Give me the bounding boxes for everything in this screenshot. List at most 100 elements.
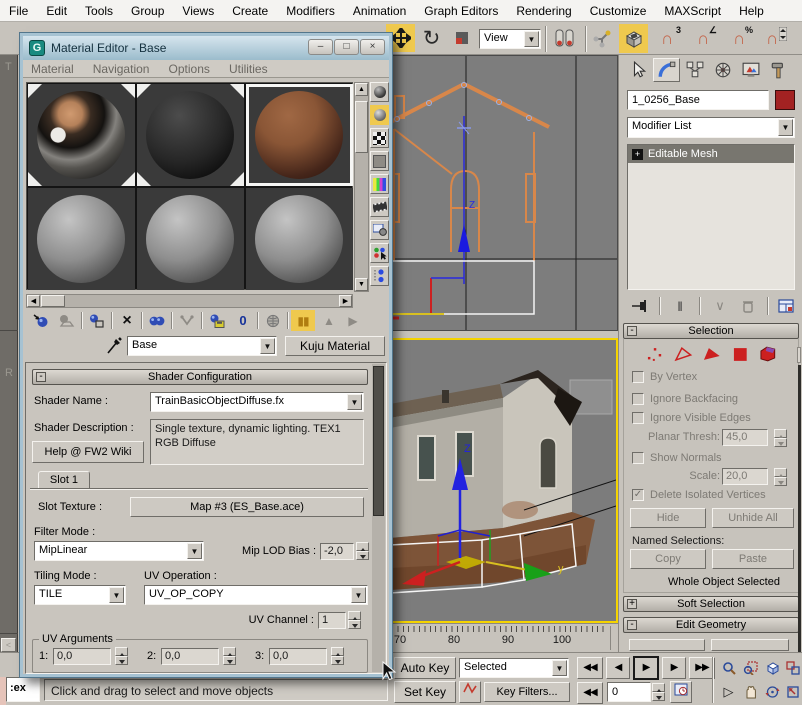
- video-color-check-button[interactable]: [370, 174, 389, 194]
- vertex-subobject-icon[interactable]: [644, 345, 666, 363]
- uv-operation-dropdown[interactable]: UV_OP_COPY ▼: [144, 585, 368, 605]
- edit-geometry-clipped-button[interactable]: [629, 639, 705, 651]
- uv-arg3-field[interactable]: 0,0: [269, 648, 327, 665]
- pick-material-from-object-button[interactable]: [105, 336, 123, 356]
- face-subobject-icon[interactable]: [701, 345, 723, 363]
- sample-slot-2[interactable]: [137, 84, 244, 186]
- go-forward-to-sibling-button[interactable]: ▶: [341, 310, 365, 331]
- expand-icon[interactable]: +: [632, 149, 643, 160]
- zoom-extents-all-button[interactable]: [784, 657, 802, 678]
- select-and-scale-button[interactable]: [448, 24, 475, 52]
- planar-thresh-spinner[interactable]: [774, 429, 787, 447]
- filter-mode-dropdown[interactable]: MipLinear ▼: [34, 541, 204, 561]
- put-material-to-scene-button[interactable]: [55, 310, 79, 331]
- hide-button[interactable]: Hide: [630, 508, 706, 528]
- menu-modifiers[interactable]: Modifiers: [277, 1, 344, 21]
- unhide-all-button[interactable]: Unhide All: [712, 508, 794, 528]
- make-preview-button[interactable]: [370, 197, 389, 217]
- shader-configuration-rollout-header[interactable]: - Shader Configuration: [32, 369, 368, 385]
- menu-utilities[interactable]: Utilities: [221, 60, 276, 78]
- uv-channel-field[interactable]: 1: [318, 612, 346, 629]
- sample-slot-5[interactable]: [137, 188, 244, 290]
- uv-arg1-spinner[interactable]: [115, 647, 128, 665]
- go-to-parent-button[interactable]: ▲: [317, 310, 341, 331]
- auto-key-button[interactable]: Auto Key: [394, 657, 456, 679]
- slot-horizontal-scrollbar[interactable]: ◀ ▶: [26, 294, 353, 308]
- tab-modify-active[interactable]: [653, 58, 680, 82]
- sample-slot-3-active[interactable]: [246, 84, 353, 186]
- viewport-front[interactable]: Z: [388, 55, 618, 331]
- by-vertex-checkbox[interactable]: [632, 371, 644, 383]
- collapse-icon[interactable]: -: [627, 620, 637, 630]
- menu-views[interactable]: Views: [173, 1, 223, 21]
- remove-modifier-button[interactable]: [735, 295, 761, 317]
- mip-lod-bias-field[interactable]: -2,0: [320, 543, 354, 560]
- material-map-navigator-button[interactable]: [370, 266, 389, 286]
- uv-channel-spinner[interactable]: [348, 611, 361, 629]
- select-and-manipulate-button[interactable]: [589, 26, 615, 52]
- material-type-button[interactable]: Kuju Material: [285, 336, 385, 356]
- normals-scale-spinner[interactable]: [774, 468, 787, 486]
- scroll-right-button[interactable]: ▶: [339, 295, 352, 307]
- pin-stack-button[interactable]: [627, 295, 653, 317]
- help-wiki-button[interactable]: Help @ FW2 Wiki: [32, 441, 144, 463]
- paste-selection-button[interactable]: Paste: [712, 549, 794, 569]
- collapse-icon[interactable]: -: [627, 326, 637, 336]
- scrollbar-thumb[interactable]: [355, 101, 368, 153]
- menu-tools[interactable]: Tools: [76, 1, 122, 21]
- tiling-mode-dropdown[interactable]: TILE ▼: [34, 585, 126, 605]
- menu-file[interactable]: File: [0, 1, 37, 21]
- show-end-result-button[interactable]: ▮▮: [291, 310, 315, 331]
- key-filters-button[interactable]: Key Filters...: [484, 682, 570, 702]
- menu-customize[interactable]: Customize: [581, 1, 656, 21]
- play-animation-button[interactable]: ▶: [633, 656, 659, 680]
- scrollbar-thumb[interactable]: [41, 295, 65, 307]
- minimize-button[interactable]: –: [308, 39, 333, 55]
- maximize-button[interactable]: □: [334, 39, 359, 55]
- show-normals-checkbox[interactable]: [632, 452, 644, 464]
- reset-map-button[interactable]: ×: [115, 310, 139, 331]
- object-color-swatch[interactable]: [775, 90, 795, 110]
- ignore-backfacing-checkbox[interactable]: [632, 393, 644, 405]
- menu-edit[interactable]: Edit: [37, 1, 76, 21]
- zoom-extents-button[interactable]: [762, 657, 783, 678]
- panel-scroll-handle[interactable]: [797, 347, 801, 363]
- material-editor-titlebar[interactable]: G Material Editor - Base – □ ×: [23, 36, 389, 60]
- spinner-snap-button[interactable]: ∩: [757, 25, 787, 53]
- get-material-button[interactable]: [29, 310, 53, 331]
- zoom-region-button[interactable]: [740, 657, 761, 678]
- sample-type-button[interactable]: [370, 82, 389, 102]
- collapse-icon[interactable]: -: [36, 372, 46, 382]
- snaps-toggle-button[interactable]: [619, 24, 648, 53]
- collapse-strip-button[interactable]: <: [1, 638, 16, 652]
- show-end-result-stack-button[interactable]: ‖: [667, 295, 693, 317]
- select-by-material-button[interactable]: [370, 243, 389, 263]
- field-of-view-button[interactable]: ▷: [718, 681, 739, 702]
- reference-coordinate-dropdown[interactable]: View ▼: [479, 29, 541, 49]
- edit-geometry-clipped-button[interactable]: [711, 639, 789, 651]
- panel-scroll-track[interactable]: [798, 365, 801, 652]
- time-configuration-button[interactable]: [670, 681, 692, 703]
- go-to-start-button[interactable]: ◀◀: [577, 657, 603, 679]
- edge-subobject-icon[interactable]: [673, 345, 695, 363]
- make-unique-material-button[interactable]: [175, 310, 199, 331]
- menu-material[interactable]: Material: [23, 60, 82, 78]
- scroll-up-button[interactable]: ▲: [355, 83, 368, 96]
- slot-1-tab[interactable]: Slot 1: [38, 471, 90, 490]
- maxscript-mini-listener[interactable]: :ex: [6, 677, 40, 702]
- snap-3d-button[interactable]: ∩ 3: [652, 25, 682, 53]
- tab-display[interactable]: [737, 58, 764, 82]
- scroll-down-button[interactable]: ▼: [355, 278, 368, 291]
- slot-vertical-scrollbar[interactable]: ▲ ▼: [354, 82, 369, 292]
- make-material-copy-button[interactable]: [145, 310, 169, 331]
- put-to-library-button[interactable]: [205, 310, 229, 331]
- parameters-scrollbar[interactable]: [372, 364, 385, 672]
- tab-create[interactable]: [625, 58, 652, 82]
- time-slider-track[interactable]: 70 80 90 100: [388, 623, 618, 652]
- set-key-mode-toggle[interactable]: [459, 681, 481, 703]
- menu-animation[interactable]: Animation: [344, 1, 415, 21]
- close-button[interactable]: ×: [360, 39, 385, 55]
- ignore-visible-edges-checkbox[interactable]: [632, 412, 644, 424]
- selection-rollout-header[interactable]: - Selection: [623, 323, 799, 339]
- uv-arg2-spinner[interactable]: [223, 647, 236, 665]
